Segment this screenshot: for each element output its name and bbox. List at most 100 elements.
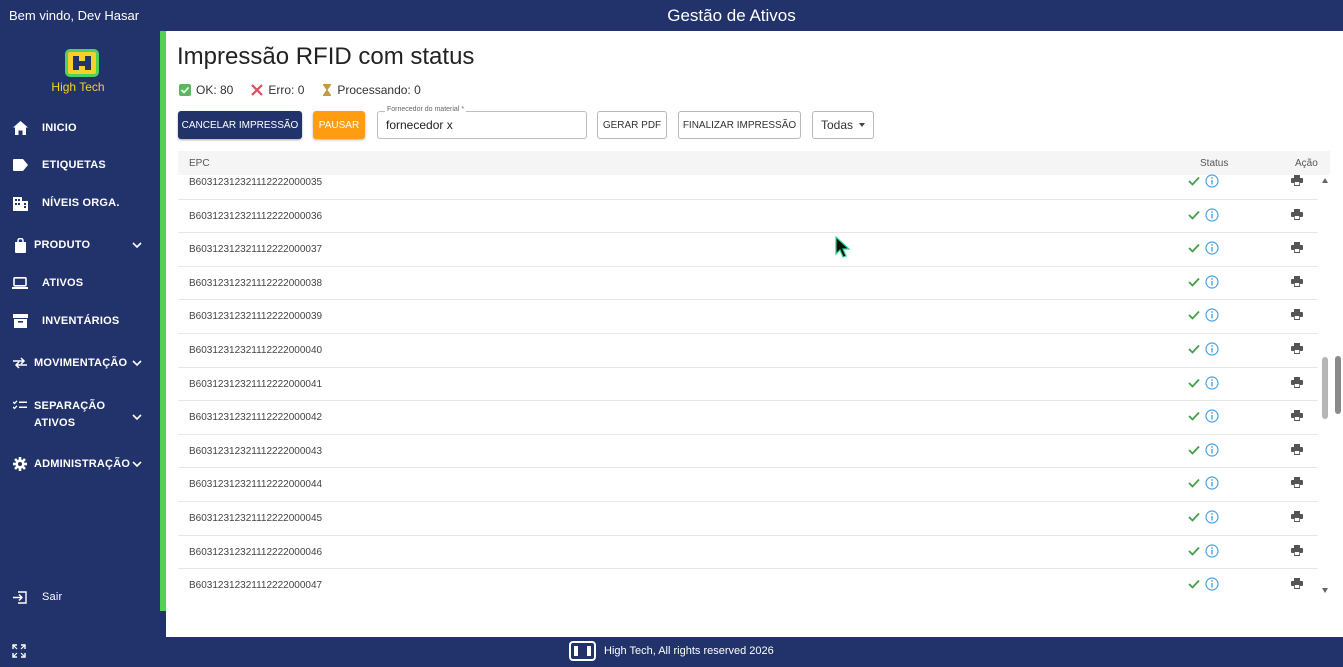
sidebar-item-inicio[interactable]: INICIO xyxy=(0,113,160,143)
printer-icon xyxy=(1291,309,1303,321)
print-button[interactable] xyxy=(1291,175,1303,189)
info-icon[interactable] xyxy=(1205,543,1219,558)
info-icon[interactable] xyxy=(1205,510,1219,524)
page-scroll-thumb[interactable] xyxy=(1335,356,1341,414)
print-button[interactable] xyxy=(1291,477,1303,491)
info-icon[interactable] xyxy=(1205,275,1219,289)
table-row: B60312312321112222000042 xyxy=(178,401,1318,435)
status-cell xyxy=(1188,443,1219,457)
finish-print-button[interactable]: FINALIZAR IMPRESSÃO xyxy=(678,111,801,139)
sidebar-item-label: MOVIMENTAÇÃO xyxy=(34,357,128,369)
archive-icon xyxy=(12,313,28,329)
printer-icon xyxy=(1291,578,1303,590)
sidebar-item-etiquetas[interactable]: ETIQUETAS xyxy=(0,150,160,180)
info-icon[interactable] xyxy=(1205,409,1219,423)
print-button[interactable] xyxy=(1291,208,1303,223)
logout-button[interactable]: Sair xyxy=(0,582,160,612)
footer-credit: High Tech, All rights reserved 2026 xyxy=(569,641,774,661)
scroll-down-icon[interactable] xyxy=(1322,588,1328,593)
brand-logo[interactable]: High Tech xyxy=(51,49,107,94)
fullscreen-icon[interactable] xyxy=(12,644,26,663)
status-cell xyxy=(1188,342,1219,356)
info-icon[interactable] xyxy=(1205,308,1219,322)
page-title: Impressão RFID com status xyxy=(177,43,475,70)
print-button[interactable] xyxy=(1291,242,1303,256)
check-icon xyxy=(1188,311,1200,321)
table-scroll-thumb[interactable] xyxy=(1322,357,1328,419)
footer-text: High Tech, All rights reserved 2026 xyxy=(604,645,774,657)
label-icon xyxy=(12,157,28,173)
print-button[interactable] xyxy=(1291,343,1303,357)
stat-ok: OK: 80 xyxy=(179,83,233,97)
logo-mark-icon xyxy=(65,49,99,77)
page-scrollbar[interactable] xyxy=(1333,31,1343,637)
sidebar-item-label: NÍVEIS ORGA. xyxy=(42,197,120,209)
sidebar-item-label-line2: ATIVOS xyxy=(34,417,76,429)
epc-cell: B60312312321112222000041 xyxy=(189,378,323,390)
table-scrollbar[interactable] xyxy=(1321,175,1330,595)
check-icon xyxy=(1188,244,1200,253)
supplier-input[interactable] xyxy=(386,118,576,132)
generate-pdf-button[interactable]: GERAR PDF xyxy=(597,111,667,139)
table-row: B60312312321112222000035 xyxy=(178,166,1318,200)
status-cell xyxy=(1188,577,1219,591)
checkbox-checked-icon xyxy=(179,84,191,96)
print-button[interactable] xyxy=(1291,578,1303,592)
info-icon[interactable] xyxy=(1205,577,1219,591)
epc-cell: B60312312321112222000036 xyxy=(189,210,323,222)
scroll-up-icon[interactable] xyxy=(1322,178,1328,183)
checklist-icon xyxy=(12,398,28,414)
printer-icon xyxy=(1291,275,1303,287)
pause-button[interactable]: PAUSAR xyxy=(313,111,365,139)
print-button[interactable] xyxy=(1291,275,1303,290)
chevron-down-icon xyxy=(132,461,142,468)
app-title: Gestão de Ativos xyxy=(667,6,796,25)
check-icon xyxy=(1188,412,1200,421)
print-button[interactable] xyxy=(1291,443,1303,458)
sidebar-item-niveis[interactable]: NÍVEIS ORGA. xyxy=(0,188,160,218)
sidebar-item-produto[interactable]: PRODUTO xyxy=(0,230,160,260)
sidebar-item-label: PRODUTO xyxy=(34,239,91,251)
info-icon[interactable] xyxy=(1205,241,1219,255)
status-cell xyxy=(1188,174,1219,188)
epc-cell: B60312312321112222000045 xyxy=(189,513,323,524)
print-button[interactable] xyxy=(1291,544,1303,559)
check-icon xyxy=(1188,512,1200,522)
status-filter-select[interactable]: Todas xyxy=(812,111,874,139)
home-icon xyxy=(12,120,28,136)
sidebar-item-administracao[interactable]: ADMINISTRAÇÃO xyxy=(0,449,160,479)
printer-icon xyxy=(1291,376,1303,388)
table-row: B60312312321112222000041 xyxy=(178,368,1318,402)
supplier-field-label: Fornecedor do material * xyxy=(385,106,467,113)
supplier-field[interactable]: Fornecedor do material * xyxy=(377,106,587,139)
check-icon xyxy=(1188,344,1200,354)
laptop-icon xyxy=(12,275,28,291)
sidebar-item-separacao[interactable]: SEPARAÇÃO ATIVOS xyxy=(0,398,160,438)
check-icon xyxy=(1188,445,1200,455)
status-cell xyxy=(1188,476,1219,490)
info-icon[interactable] xyxy=(1205,443,1219,457)
info-icon[interactable] xyxy=(1205,476,1219,490)
top-bar: Bem vindo, Dev Hasar Gestão de Ativos xyxy=(0,0,1343,31)
stat-erro-text: Erro: 0 xyxy=(268,83,305,97)
status-cell xyxy=(1188,375,1219,390)
print-button[interactable] xyxy=(1291,309,1303,323)
sidebar-item-ativos[interactable]: ATIVOS xyxy=(0,268,160,298)
table-row: B60312312321112222000040 xyxy=(178,334,1318,368)
status-cell xyxy=(1188,241,1219,255)
print-button[interactable] xyxy=(1291,410,1303,424)
print-button[interactable] xyxy=(1291,376,1303,391)
printer-icon xyxy=(1291,175,1303,186)
status-cell xyxy=(1188,207,1219,222)
print-button[interactable] xyxy=(1291,511,1303,525)
cancel-print-button[interactable]: CANCELAR IMPRESSÃO xyxy=(178,111,302,139)
sidebar-item-label: INICIO xyxy=(42,122,77,134)
info-icon[interactable] xyxy=(1205,375,1219,390)
sidebar-item-movimentacao[interactable]: MOVIMENTAÇÃO xyxy=(0,348,160,378)
info-icon[interactable] xyxy=(1205,342,1219,356)
sidebar-item-inventarios[interactable]: INVENTÁRIOS xyxy=(0,306,160,336)
printer-icon xyxy=(1291,410,1303,422)
chevron-down-icon xyxy=(132,360,142,367)
info-icon[interactable] xyxy=(1205,174,1219,188)
info-icon[interactable] xyxy=(1205,207,1219,222)
